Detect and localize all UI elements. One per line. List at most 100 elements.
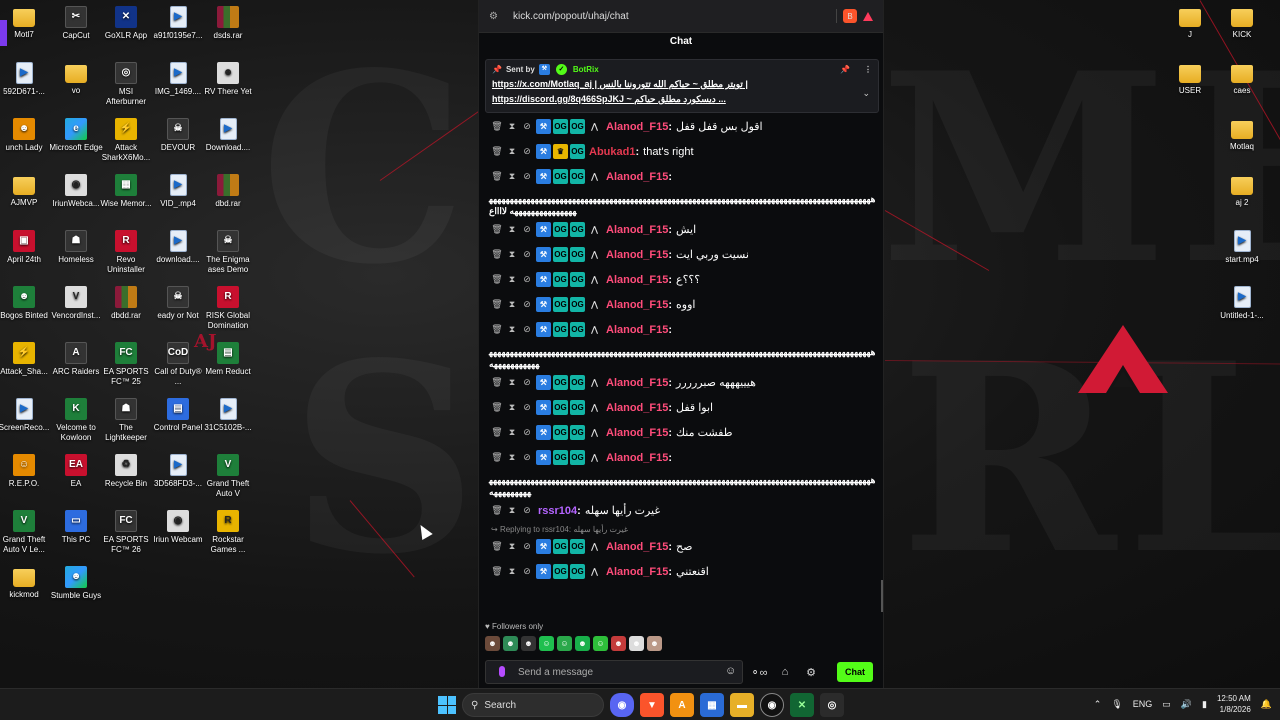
desktop-icon[interactable]: dbdd.rar [98,286,154,321]
desktop-icon[interactable]: ▭ This PC [48,510,104,545]
desktop-icon[interactable]: AJMVP [0,174,52,208]
language-indicator[interactable]: ENG [1133,699,1153,709]
desktop-icon[interactable]: Motlaq [1214,118,1270,152]
desktop-icon[interactable]: ▶ download.... [150,230,206,265]
emote-icon[interactable]: ☺ [539,636,554,651]
chat-message[interactable]: 🗑 ⧗ ⊘ ⚒ OG OG ⋀ Alanod_F15: [483,164,879,189]
desktop-icon[interactable]: ▶ IMG_1469.... [150,62,206,97]
goxlr-icon[interactable]: ✕ [790,693,814,717]
delete-icon[interactable]: 🗑 [491,377,503,388]
mic-tray-icon[interactable]: 🎙 [1111,699,1122,710]
delete-icon[interactable]: 🗑 [491,299,503,310]
username[interactable]: Alanod_F15 [606,171,668,183]
file-explorer-icon[interactable]: ▬ [730,693,754,717]
desktop-icon[interactable]: ▤ Control Panel [150,398,206,433]
send-chat-button[interactable]: Chat [837,662,873,682]
username[interactable]: Alanod_F15 [606,299,668,311]
chat-message[interactable]: 🗑 ⧗ ⊘ ⚒ OG OG ⋀ Alanod_F15: ايش [483,217,879,242]
delete-icon[interactable]: 🗑 [491,427,503,438]
desktop-icon[interactable]: ◉ IriunWebca... [48,174,104,209]
app-a-icon[interactable]: A [670,693,694,717]
desktop-icon[interactable]: V Grand Theft Auto V [200,454,256,499]
timeout-icon[interactable]: ⧗ [506,427,518,438]
desktop-icon[interactable]: ▶ ScreenReco... [0,398,52,433]
timeout-icon[interactable]: ⧗ [506,505,518,516]
chat-scrollbar[interactable] [881,580,883,612]
desktop-icon[interactable]: KICK [1214,6,1270,40]
emoji-icon[interactable]: ☺ [725,665,736,677]
emote-icon[interactable]: ☻ [521,636,536,651]
chat-message[interactable]: 🗑 ⧗ ⊘ ⚒ OG OG ⋀ Alanod_F15: [483,317,879,342]
unpin-icon[interactable]: 📌 [840,65,850,74]
timeout-icon[interactable]: ⧗ [506,121,518,132]
delete-icon[interactable]: 🗑 [491,146,503,157]
desktop-icon[interactable]: ⚡ Attack SharkX6Mo... [98,118,154,163]
timeout-icon[interactable]: ⧗ [506,566,518,577]
chat-message[interactable]: 🗑 ⧗ ⊘ ⚒ OG OG ⋀ Alanod_F15: ؟؟؟ع [483,267,879,292]
windows-start-icon[interactable] [438,696,456,714]
desktop-icon[interactable]: ▶ 3D568FD3-... [150,454,206,489]
desktop-icon[interactable]: ☗ Homeless [48,230,104,265]
chat-message[interactable]: 🗑 ⧗ ⊘ ⚒ OG OG ⋀ Alanod_F15: طفشت منك [483,420,879,445]
desktop-icon[interactable]: K Velcome to Kowloon [48,398,104,443]
desktop-icon[interactable]: FC EA SPORTS FC™ 26 [98,510,154,555]
desktop-icon[interactable]: ☠ eady or Not [150,286,206,321]
delete-icon[interactable]: 🗑 [491,224,503,235]
desktop-icon[interactable]: ▣ April 24th [0,230,52,265]
desktop-icon[interactable]: ✂ CapCut [48,6,104,41]
desktop-icon[interactable]: ☠ The Enigma ases Demo [200,230,256,275]
notification-bell-icon[interactable]: 🔔 [1261,699,1272,710]
desktop-icon[interactable]: R RISK Global Domination [200,286,256,331]
ban-icon[interactable]: ⊘ [521,171,533,182]
emote-icon[interactable]: ☺ [593,636,608,651]
pinned-line-2[interactable]: https://discord.gg/8q466SpJKJ ~ ديسكورد … [492,94,872,105]
reply-reference[interactable]: ↪ Replying to rssr104: غيرت رأيها سهله [483,525,879,534]
desktop-icon[interactable]: ▦ Wise Memor... [98,174,154,209]
timeout-icon[interactable]: ⧗ [506,224,518,235]
desktop-icon[interactable]: dbd.rar [200,174,256,209]
desktop-icon[interactable]: ☻ Bogos Binted [0,286,52,321]
desktop-icon[interactable]: ☗ The Lightkeeper [98,398,154,443]
username[interactable]: Alanod_F15 [606,377,668,389]
ban-icon[interactable]: ⊘ [521,324,533,335]
emote-icon[interactable]: ☻ [575,636,590,651]
username[interactable]: Alanod_F15 [606,541,668,553]
delete-icon[interactable]: 🗑 [491,541,503,552]
ban-icon[interactable]: ⊘ [521,146,533,157]
security-app-icon[interactable]: ▦ [700,693,724,717]
delete-icon[interactable]: 🗑 [491,121,503,132]
desktop-icon[interactable]: ✕ GoXLR App [98,6,154,41]
volume-icon[interactable]: 🔊 [1181,699,1192,710]
timeout-icon[interactable]: ⧗ [506,541,518,552]
timeout-icon[interactable]: ⧗ [506,274,518,285]
delete-icon[interactable]: 🗑 [491,505,503,516]
url-text[interactable]: kick.com/popout/uhaj/chat [513,11,836,22]
gift-icon[interactable]: ⌂ [775,666,795,678]
username[interactable]: Alanod_F15 [606,566,668,578]
timeout-icon[interactable]: ⧗ [506,377,518,388]
discord-icon[interactable]: ◉ [610,693,634,717]
username[interactable]: Abukad1 [589,146,635,158]
ban-icon[interactable]: ⊘ [521,452,533,463]
chat-message[interactable]: 🗑 ⧗ ⊘ rssr104: غيرت رأيها سهله [483,498,879,523]
desktop-icon[interactable]: V VencordInst... [48,286,104,321]
desktop-icon[interactable]: V Grand Theft Auto V Le... [0,510,52,555]
desktop-icon[interactable]: ◉ Iriun Webcam [150,510,206,545]
desktop-icon[interactable]: aj 2 [1214,174,1270,208]
bot-name[interactable]: BotRix [573,65,599,74]
desktop-icon[interactable]: J [1162,6,1218,40]
emote-icon[interactable]: ☻ [485,636,500,651]
ban-icon[interactable]: ⊘ [521,224,533,235]
username[interactable]: Alanod_F15 [606,121,668,133]
username[interactable]: rssr104 [538,505,577,517]
timeout-icon[interactable]: ⧗ [506,452,518,463]
username[interactable]: Alanod_F15 [606,249,668,261]
settings-gear-icon[interactable]: ⚙ [801,666,821,679]
username[interactable]: Alanod_F15 [606,274,668,286]
desktop-icon[interactable]: ▶ 31C5102B-... [200,398,256,433]
brave-rewards-icon[interactable] [863,11,873,21]
delete-icon[interactable]: 🗑 [491,171,503,182]
desktop-icon[interactable]: ▶ 592D671-... [0,62,52,97]
desktop-icon[interactable]: ▶ start.mp4 [1214,230,1270,265]
desktop-icon[interactable]: USER [1162,62,1218,96]
